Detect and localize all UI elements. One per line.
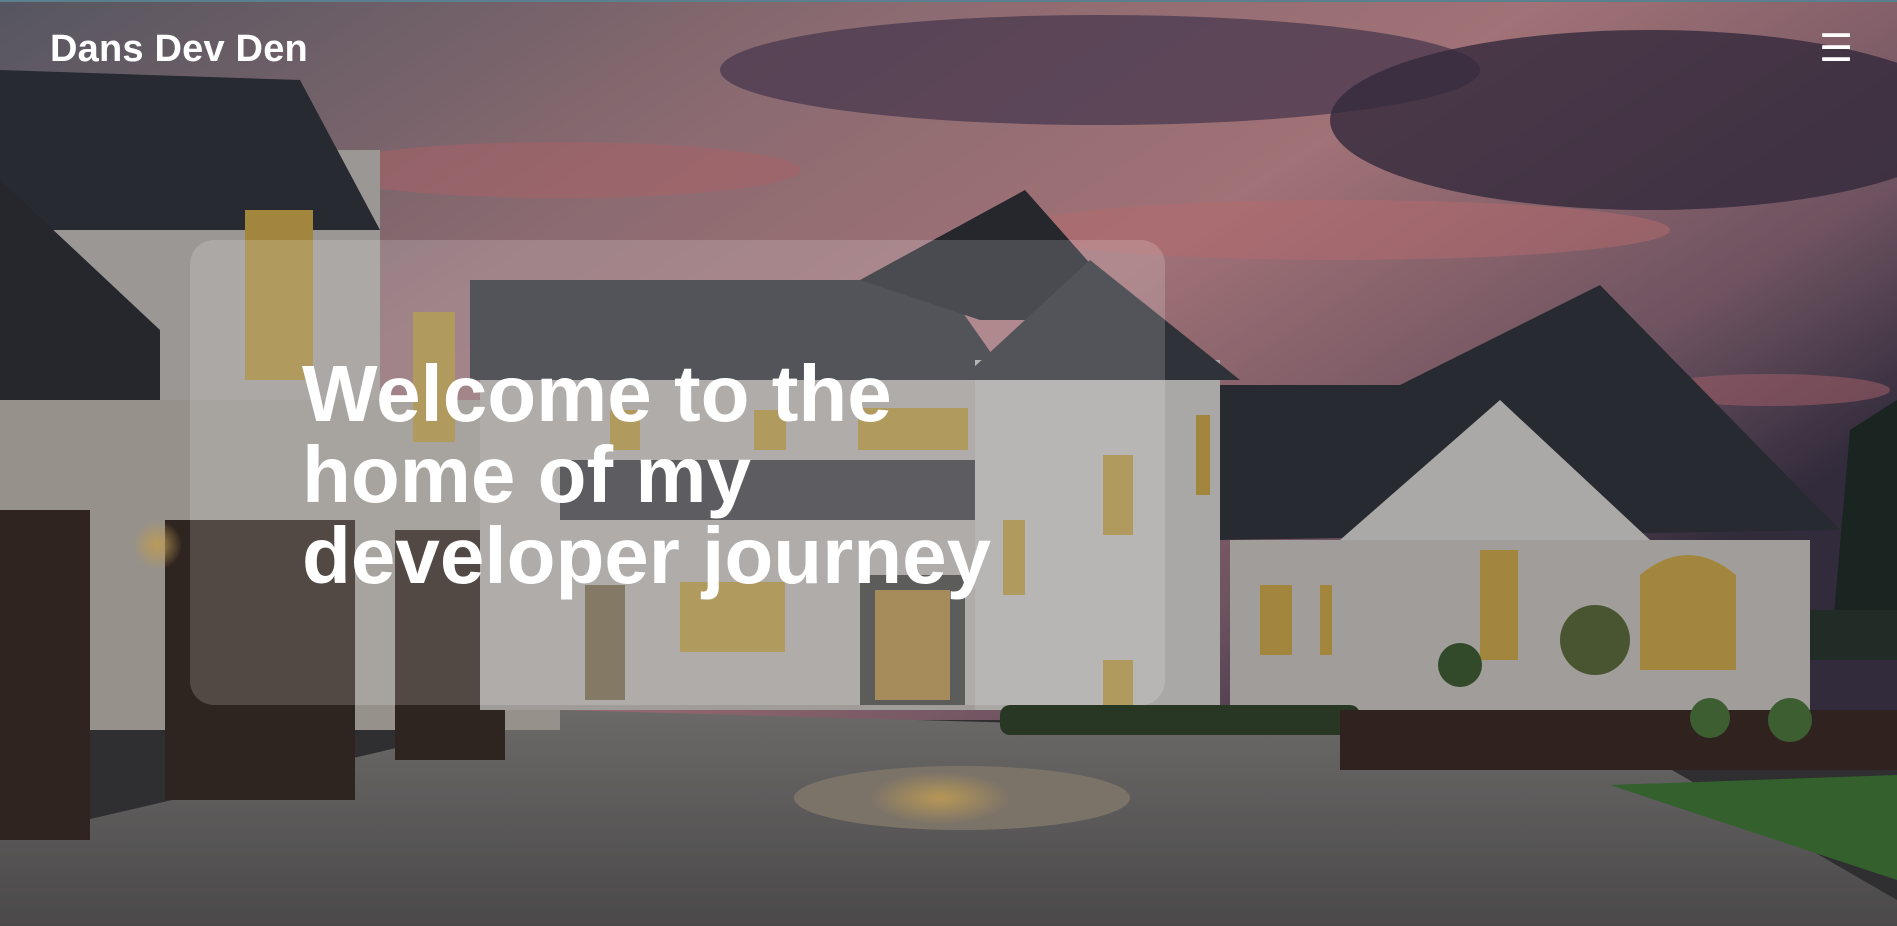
site-brand-link[interactable]: Dans Dev Den — [50, 26, 308, 72]
hero-headline: Welcome to the home of my developer jour… — [302, 349, 992, 600]
hero-section: Dans Dev Den ☰ Welcome to the home of my… — [0, 0, 1897, 926]
top-border — [0, 0, 1897, 2]
hamburger-menu-icon[interactable]: ☰ — [1816, 28, 1856, 68]
